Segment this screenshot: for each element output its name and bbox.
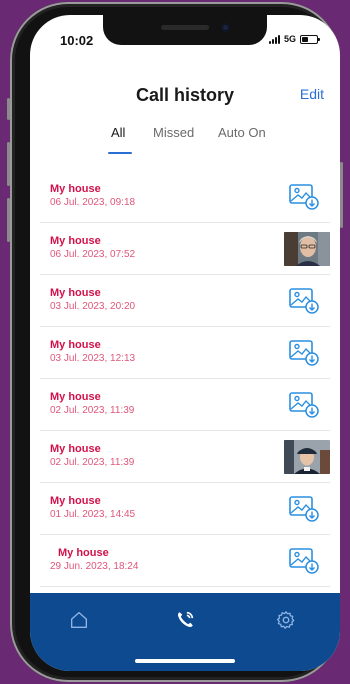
notch	[103, 15, 267, 45]
list-item[interactable]: My house 06 Jul. 2023, 09:18	[40, 171, 330, 223]
call-date: 02 Jul. 2023, 11:39	[50, 405, 135, 416]
call-name: My house	[50, 235, 101, 247]
gear-icon[interactable]	[275, 609, 297, 631]
call-date: 01 Jul. 2023, 14:45	[50, 509, 136, 520]
call-name: My house	[50, 183, 101, 195]
image-download-icon[interactable]	[286, 386, 322, 422]
image-download-icon[interactable]	[286, 282, 322, 318]
tab-all[interactable]: All	[111, 125, 125, 140]
call-date: 03 Jul. 2023, 12:13	[50, 353, 136, 364]
phone-frame: 10:02 5G Call history Edit All Missed Au…	[7, 2, 343, 682]
image-download-icon[interactable]	[286, 334, 322, 370]
tab-missed[interactable]: Missed	[153, 125, 194, 140]
filter-tabs: All Missed Auto On	[30, 125, 340, 155]
volume-down-button	[7, 198, 10, 242]
list-item[interactable]: My house 06 Jul. 2023, 07:52	[40, 223, 330, 275]
call-list: My house 06 Jul. 2023, 09:18 My house 06…	[30, 171, 340, 639]
tab-bar	[30, 593, 340, 671]
call-name: My house	[50, 495, 101, 507]
status-time: 10:02	[60, 33, 94, 48]
list-item[interactable]: My house 29 Jun. 2023, 18:24	[40, 535, 330, 587]
call-name: My house	[58, 547, 109, 559]
image-download-icon[interactable]	[286, 542, 322, 578]
list-item[interactable]: My house 01 Jul. 2023, 14:45	[40, 483, 330, 535]
volume-up-button	[7, 142, 10, 186]
screen: 10:02 5G Call history Edit All Missed Au…	[30, 15, 340, 671]
image-download-icon[interactable]	[286, 490, 322, 526]
list-item[interactable]: My house 03 Jul. 2023, 12:13	[40, 327, 330, 379]
phone-call-icon[interactable]	[174, 609, 196, 631]
call-name: My house	[50, 339, 101, 351]
home-indicator[interactable]	[135, 659, 235, 663]
call-name: My house	[50, 287, 101, 299]
call-date: 03 Jul. 2023, 20:20	[50, 301, 136, 312]
front-camera	[221, 23, 230, 32]
network-label: 5G	[283, 34, 296, 44]
mute-switch	[7, 98, 10, 120]
list-item[interactable]: My house 03 Jul. 2023, 20:20	[40, 275, 330, 327]
power-button	[340, 162, 343, 228]
visitor-photo[interactable]	[284, 232, 330, 266]
list-item[interactable]: My house 02 Jul. 2023, 11:39	[40, 431, 330, 483]
call-date: 06 Jul. 2023, 07:52	[50, 249, 136, 260]
signal-icon	[268, 34, 280, 44]
visitor-photo[interactable]	[284, 440, 330, 474]
status-indicators: 5G	[268, 34, 320, 44]
edit-button[interactable]: Edit	[300, 86, 324, 102]
list-item[interactable]: My house 02 Jul. 2023, 11:39	[40, 379, 330, 431]
speaker	[161, 25, 209, 30]
call-date: 29 Jun. 2023, 18:24	[50, 561, 139, 572]
active-tab-indicator	[108, 152, 132, 154]
call-date: 02 Jul. 2023, 11:39	[50, 457, 135, 468]
page-title: Call history	[135, 85, 235, 105]
battery-icon	[300, 34, 320, 44]
image-download-icon[interactable]	[286, 178, 322, 214]
call-name: My house	[50, 391, 101, 403]
call-date: 06 Jul. 2023, 09:18	[50, 197, 136, 208]
tab-auto-on[interactable]: Auto On	[218, 125, 266, 140]
call-name: My house	[50, 443, 101, 455]
home-icon[interactable]	[68, 609, 90, 631]
